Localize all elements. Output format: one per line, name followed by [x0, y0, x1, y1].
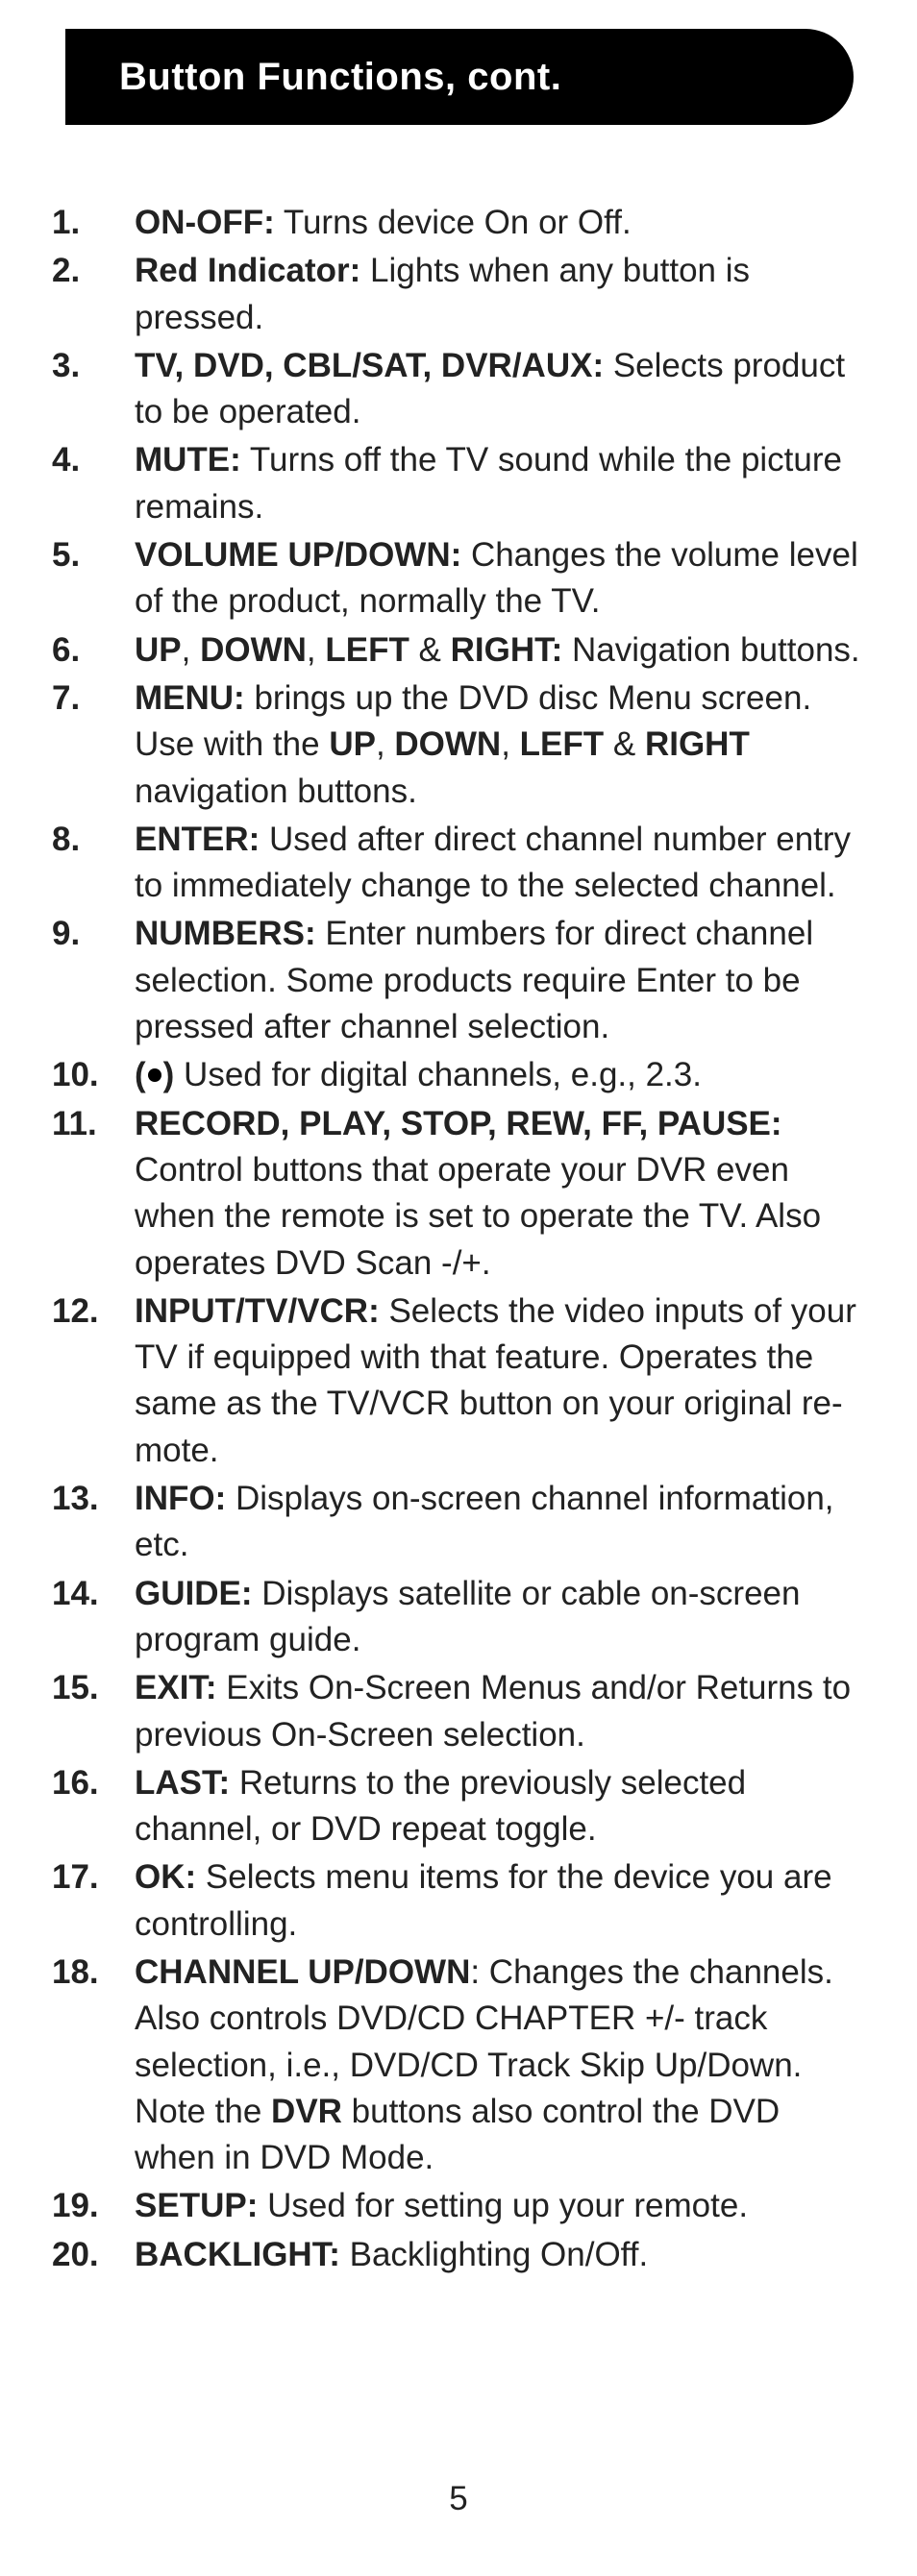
- item-number: 2.: [52, 248, 127, 294]
- list-item: 7. MENU: brings up the DVD disc Menu scr…: [52, 675, 865, 815]
- list-item: 4. MUTE: Turns off the TV sound while th…: [52, 437, 865, 530]
- item-desc: Backlighting On/Off.: [340, 2236, 648, 2273]
- item-term: NUMBERS:: [135, 915, 316, 952]
- page-number: 5: [0, 2480, 917, 2518]
- item-desc: Used for setting up your remote.: [258, 2187, 748, 2224]
- item-number: 7.: [52, 675, 127, 722]
- item-desc: Control buttons that operate your DVR ev…: [135, 1151, 821, 1282]
- dot-icon: [148, 1068, 161, 1082]
- sep: ,: [307, 631, 325, 669]
- inline-term: UP: [329, 725, 376, 763]
- sep: &: [409, 631, 451, 669]
- item-term: EXIT:: [135, 1669, 217, 1706]
- list-item: 2. Red Indicator: Lights when any button…: [52, 248, 865, 341]
- list-item: 19. SETUP: Used for setting up your remo…: [52, 2183, 865, 2229]
- list-item: 9. NUMBERS: Enter numbers for direct cha…: [52, 911, 865, 1050]
- item-number: 9.: [52, 911, 127, 957]
- item-term: RECORD, PLAY, STOP, REW, FF, PAUSE:: [135, 1105, 782, 1142]
- list-item: 1. ON-OFF: Turns device On or Off.: [52, 200, 865, 246]
- item-term: OK:: [135, 1858, 196, 1896]
- item-number: 5.: [52, 532, 127, 578]
- item-term: INFO:: [135, 1480, 226, 1517]
- item-number: 8.: [52, 817, 127, 863]
- item-number: 6.: [52, 627, 127, 674]
- item-number: 12.: [52, 1288, 127, 1335]
- list-item: 16. LAST: Returns to the previously sele…: [52, 1760, 865, 1853]
- item-desc: Turns device On or Off.: [275, 204, 632, 241]
- list-item: 17. OK: Selects menu items for the devic…: [52, 1854, 865, 1948]
- item-term-open: (: [135, 1056, 146, 1093]
- item-term: TV, DVD, CBL/SAT, DVR/AUX:: [135, 347, 604, 384]
- sep: ,: [376, 725, 394, 763]
- item-term: GUIDE:: [135, 1575, 253, 1612]
- item-number: 10.: [52, 1052, 127, 1098]
- sep: &: [604, 725, 645, 763]
- inline-term: RIGHT: [645, 725, 750, 763]
- item-desc: Exits On-Screen Menus and/or Returns to …: [135, 1669, 851, 1753]
- list-item: 15. EXIT: Exits On-Screen Menus and/or R…: [52, 1665, 865, 1758]
- list-item: 13. INFO: Displays on-screen channel inf…: [52, 1476, 865, 1569]
- item-number: 15.: [52, 1665, 127, 1711]
- item-number: 4.: [52, 437, 127, 483]
- section-title: Button Functions, cont.: [119, 56, 561, 99]
- list-item: 18. CHANNEL UP/DOWN: Changes the channel…: [52, 1950, 865, 2181]
- item-term: CHANNEL UP/DOWN: [135, 1953, 470, 1991]
- item-number: 3.: [52, 343, 127, 389]
- item-term: DOWN: [200, 631, 307, 669]
- list-item: 12. INPUT/TV/VCR: Selects the video inpu…: [52, 1288, 865, 1474]
- list-item: 14. GUIDE: Displays satellite or cable o…: [52, 1571, 865, 1664]
- item-term: RIGHT:: [451, 631, 563, 669]
- item-desc: navigation buttons.: [135, 773, 417, 810]
- list-item: 5. VOLUME UP/DOWN: Changes the volume le…: [52, 532, 865, 626]
- item-desc: Turns off the TV sound while the picture…: [135, 441, 842, 525]
- item-number: 14.: [52, 1571, 127, 1617]
- item-number: 17.: [52, 1854, 127, 1901]
- inline-term: DVR: [271, 2093, 342, 2130]
- item-term: BACKLIGHT:: [135, 2236, 340, 2273]
- item-desc: Selects menu items for the device you ar…: [135, 1858, 832, 1942]
- item-term: INPUT/TV/VCR:: [135, 1292, 380, 1330]
- inline-term: DOWN: [394, 725, 501, 763]
- list-item: 11. RECORD, PLAY, STOP, REW, FF, PAUSE: …: [52, 1101, 865, 1287]
- item-number: 11.: [52, 1101, 127, 1147]
- section-header: Button Functions, cont.: [65, 29, 854, 125]
- item-term: SETUP:: [135, 2187, 258, 2224]
- sep: ,: [182, 631, 200, 669]
- item-term: LEFT: [325, 631, 409, 669]
- item-term: ENTER:: [135, 821, 260, 858]
- item-desc: Navigation buttons.: [562, 631, 859, 669]
- item-number: 13.: [52, 1476, 127, 1522]
- list-item: 8. ENTER: Used after direct channel numb…: [52, 817, 865, 910]
- item-number: 1.: [52, 200, 127, 246]
- button-functions-list: 1. ON-OFF: Turns device On or Off. 2. Re…: [52, 200, 865, 2278]
- item-term: MUTE:: [135, 441, 241, 478]
- item-term: UP: [135, 631, 182, 669]
- item-number: 19.: [52, 2183, 127, 2229]
- item-term: Red Indicator:: [135, 252, 360, 289]
- list-item: 6. UP, DOWN, LEFT & RIGHT: Navigation bu…: [52, 627, 865, 674]
- list-item: 10. () Used for digital channels, e.g., …: [52, 1052, 865, 1098]
- inline-term: LEFT: [520, 725, 604, 763]
- item-term-close: ): [163, 1056, 175, 1093]
- item-desc: Displays on-screen channel information, …: [135, 1480, 834, 1563]
- list-item: 20. BACKLIGHT: Backlighting On/Off.: [52, 2232, 865, 2278]
- item-number: 16.: [52, 1760, 127, 1806]
- list-item: 3. TV, DVD, CBL/SAT, DVR/AUX: Selects pr…: [52, 343, 865, 436]
- item-term: ON-OFF:: [135, 204, 275, 241]
- sep: ,: [501, 725, 519, 763]
- manual-page: Button Functions, cont. 1. ON-OFF: Turns…: [0, 29, 917, 2576]
- item-number: 18.: [52, 1950, 127, 1996]
- item-term: VOLUME UP/DOWN:: [135, 536, 461, 574]
- item-desc: Used for digital channels, e.g., 2.3.: [174, 1056, 702, 1093]
- item-term: MENU:: [135, 679, 245, 717]
- item-number: 20.: [52, 2232, 127, 2278]
- button-functions-list-container: 1. ON-OFF: Turns device On or Off. 2. Re…: [52, 200, 865, 2278]
- item-term: LAST:: [135, 1764, 230, 1802]
